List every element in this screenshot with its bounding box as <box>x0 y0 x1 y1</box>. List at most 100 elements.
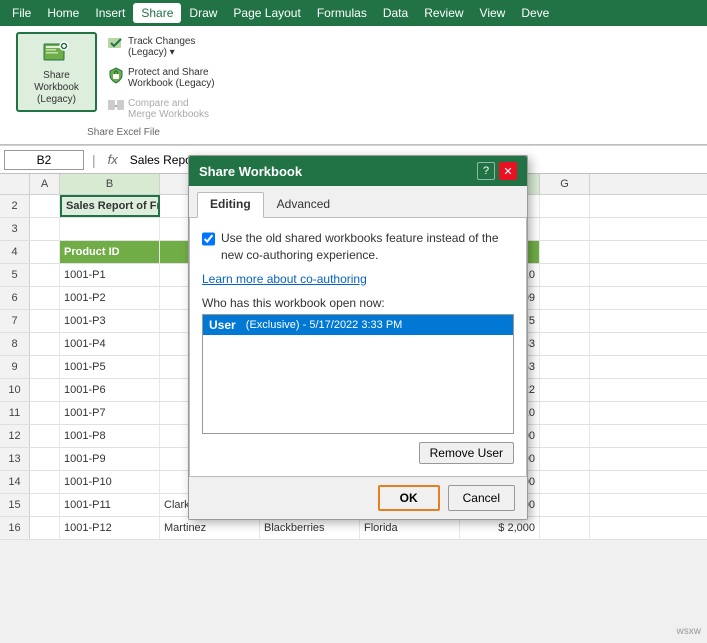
cell-b10[interactable]: 1001-P6 <box>60 379 160 401</box>
cell-b7[interactable]: 1001-P3 <box>60 310 160 332</box>
list-item[interactable]: User (Exclusive) - 5/17/2022 3:33 PM <box>203 315 513 335</box>
col-header-b[interactable]: B <box>60 174 160 194</box>
cell-g4[interactable] <box>540 241 590 263</box>
cell-a7[interactable] <box>30 310 60 332</box>
cell-g7[interactable] <box>540 310 590 332</box>
cell-b8[interactable]: 1001-P4 <box>60 333 160 355</box>
cell-g2[interactable] <box>540 195 590 217</box>
remove-user-button[interactable]: Remove User <box>419 442 514 464</box>
cell-a15[interactable] <box>30 494 60 516</box>
shared-workbooks-checkbox[interactable] <box>202 232 215 246</box>
cell-b15[interactable]: 1001-P11 <box>60 494 160 516</box>
cell-a9[interactable] <box>30 356 60 378</box>
cell-g12[interactable] <box>540 425 590 447</box>
cell-g8[interactable] <box>540 333 590 355</box>
user-list[interactable]: User (Exclusive) - 5/17/2022 3:33 PM <box>202 314 514 434</box>
row-num-2: 2 <box>0 195 30 217</box>
corner-cell <box>0 174 30 194</box>
cell-b5[interactable]: 1001-P1 <box>60 264 160 286</box>
cell-a5[interactable] <box>30 264 60 286</box>
menu-formulas[interactable]: Formulas <box>309 3 375 23</box>
cell-b3[interactable] <box>60 218 160 240</box>
cell-a3[interactable] <box>30 218 60 240</box>
menu-data[interactable]: Data <box>375 3 416 23</box>
dialog-help-button[interactable]: ? <box>477 162 495 180</box>
menu-share[interactable]: Share <box>133 3 181 23</box>
track-changes-button[interactable]: Track Changes(Legacy) ▾ <box>101 32 231 61</box>
row-num-3: 3 <box>0 218 30 240</box>
cell-a14[interactable] <box>30 471 60 493</box>
cell-a12[interactable] <box>30 425 60 447</box>
cell-g13[interactable] <box>540 448 590 470</box>
row-num-13: 13 <box>0 448 30 470</box>
cell-a13[interactable] <box>30 448 60 470</box>
menu-developer[interactable]: Deve <box>513 3 557 23</box>
cancel-button[interactable]: Cancel <box>448 485 515 511</box>
share-workbook-dialog: Share Workbook ? ✕ Editing Advanced Use … <box>188 155 528 520</box>
row-num-8: 8 <box>0 333 30 355</box>
cell-b14[interactable]: 1001-P10 <box>60 471 160 493</box>
cell-b2[interactable]: Sales Report of Fruit Items <box>60 195 160 217</box>
cell-b11[interactable]: 1001-P7 <box>60 402 160 424</box>
cell-a11[interactable] <box>30 402 60 424</box>
menu-page-layout[interactable]: Page Layout <box>225 3 308 23</box>
col-header-g[interactable]: G <box>540 174 590 194</box>
checkbox-row: Use the old shared workbooks feature ins… <box>202 230 514 264</box>
cell-g3[interactable] <box>540 218 590 240</box>
menu-insert[interactable]: Insert <box>87 3 133 23</box>
cell-a16[interactable] <box>30 517 60 539</box>
cell-a10[interactable] <box>30 379 60 401</box>
menu-draw[interactable]: Draw <box>181 3 225 23</box>
tab-editing[interactable]: Editing <box>197 192 264 218</box>
dialog-titlebar: Share Workbook ? ✕ <box>189 156 527 186</box>
remove-btn-row: Remove User <box>202 442 514 464</box>
dialog-action-buttons: OK Cancel <box>189 477 527 519</box>
cell-b9[interactable]: 1001-P5 <box>60 356 160 378</box>
learn-more-link[interactable]: Learn more about co-authoring <box>202 272 514 286</box>
cell-g9[interactable] <box>540 356 590 378</box>
menu-home[interactable]: Home <box>39 3 87 23</box>
cell-b13[interactable]: 1001-P9 <box>60 448 160 470</box>
col-header-a[interactable]: A <box>30 174 60 194</box>
cell-a4[interactable] <box>30 241 60 263</box>
cell-b16[interactable]: 1001-P12 <box>60 517 160 539</box>
name-box[interactable] <box>4 150 84 170</box>
compare-merge-button: Compare andMerge Workbooks <box>101 94 231 123</box>
row-num-14: 14 <box>0 471 30 493</box>
row-num-4: 4 <box>0 241 30 263</box>
cell-g5[interactable] <box>540 264 590 286</box>
cell-g6[interactable] <box>540 287 590 309</box>
cell-a2[interactable] <box>30 195 60 217</box>
dialog-title: Share Workbook <box>199 164 302 179</box>
cell-g16[interactable] <box>540 517 590 539</box>
cell-a6[interactable] <box>30 287 60 309</box>
protect-share-button[interactable]: Protect and ShareWorkbook (Legacy) <box>101 63 231 92</box>
cell-b12[interactable]: 1001-P8 <box>60 425 160 447</box>
cell-b4[interactable]: Product ID <box>60 241 160 263</box>
share-workbook-button[interactable]: Share Workbook(Legacy) <box>16 32 97 112</box>
cell-g15[interactable] <box>540 494 590 516</box>
cell-a8[interactable] <box>30 333 60 355</box>
cell-d16[interactable]: Blackberries <box>260 517 360 539</box>
cell-g14[interactable] <box>540 471 590 493</box>
menu-file[interactable]: File <box>4 3 39 23</box>
tab-advanced[interactable]: Advanced <box>264 192 343 217</box>
watermark: wsxw <box>677 626 701 637</box>
menu-review[interactable]: Review <box>416 3 471 23</box>
ok-button[interactable]: OK <box>378 485 440 511</box>
cell-c16[interactable]: Martinez <box>160 517 260 539</box>
cell-g10[interactable] <box>540 379 590 401</box>
row-num-11: 11 <box>0 402 30 424</box>
cell-b6[interactable]: 1001-P2 <box>60 287 160 309</box>
ribbon-content: Share Workbook(Legacy) Track Changes(Leg… <box>0 26 707 145</box>
row-num-6: 6 <box>0 287 30 309</box>
share-workbook-icon <box>41 38 73 70</box>
formula-fx-icon: fx <box>104 152 122 167</box>
cell-f16[interactable]: $ 2,000 <box>460 517 540 539</box>
cell-g11[interactable] <box>540 402 590 424</box>
dialog-close-button[interactable]: ✕ <box>499 162 517 180</box>
compare-merge-label: Compare andMerge Workbooks <box>128 98 209 120</box>
menu-view[interactable]: View <box>472 3 514 23</box>
dialog-body: Use the old shared workbooks feature ins… <box>189 218 527 477</box>
cell-e16[interactable]: Florida <box>360 517 460 539</box>
